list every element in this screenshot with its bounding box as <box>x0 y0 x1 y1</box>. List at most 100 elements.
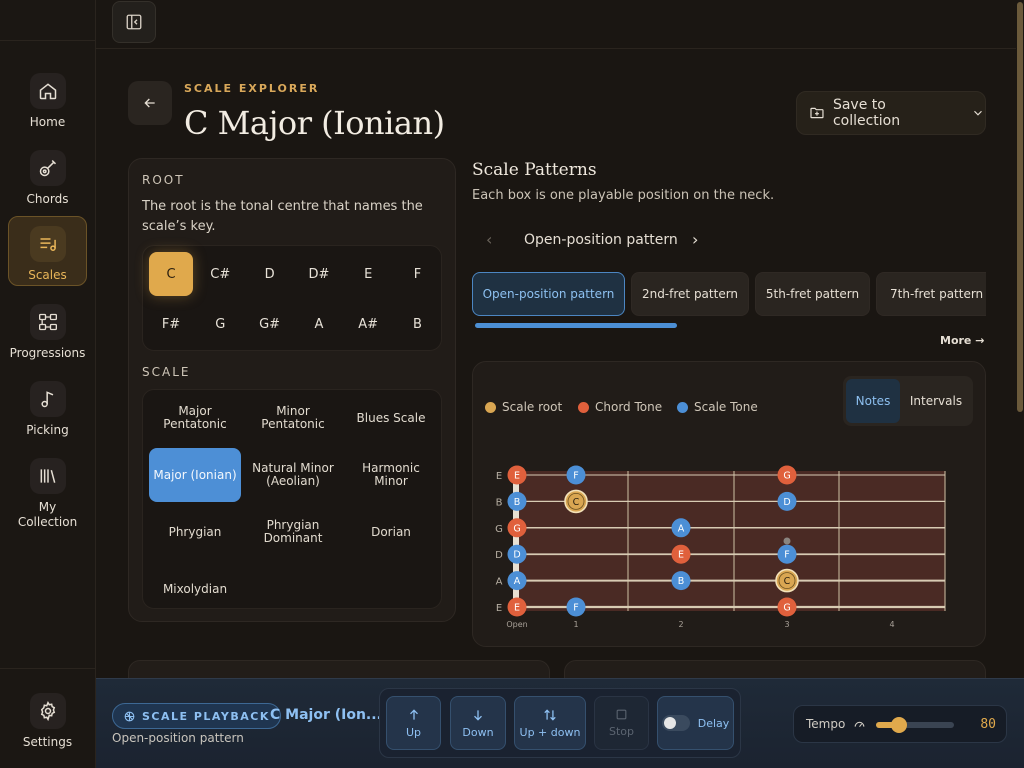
sidebar-item-chords[interactable]: Chords <box>8 141 87 211</box>
scale-option-blues-scale[interactable]: Blues Scale <box>345 391 437 445</box>
sidebar-item-home[interactable]: Home <box>8 64 87 134</box>
page-scrollbar[interactable] <box>1016 0 1024 768</box>
string-name-label: G <box>495 524 503 535</box>
scale-option-dorian[interactable]: Dorian <box>345 505 437 559</box>
root-key-b[interactable]: B <box>396 302 440 346</box>
scale-option-major-pentatonic[interactable]: Major Pentatonic <box>149 391 241 445</box>
guitar-icon <box>29 150 66 186</box>
toggle-switch[interactable] <box>661 715 690 731</box>
playback-controls: Up Down Up + down Stop Delay <box>379 688 741 758</box>
root-key-d[interactable]: D <box>248 252 292 296</box>
root-key-a-sharp[interactable]: A# <box>346 302 390 346</box>
scale-option-phrygian[interactable]: Phrygian <box>149 505 241 559</box>
tab-7th-fret[interactable]: 7th-fret pattern <box>876 272 986 316</box>
fretboard-panel: Scale root Chord Tone Scale Tone Notes I… <box>472 361 986 647</box>
scale-option-mixolydian[interactable]: Mixolydian <box>149 562 241 616</box>
note-label: B <box>514 497 521 508</box>
sidebar-item-settings[interactable]: Settings <box>8 684 87 754</box>
back-button[interactable] <box>128 81 172 125</box>
play-up-down-button[interactable]: Up + down <box>514 696 586 750</box>
note-label: D <box>783 497 790 508</box>
root-key-f[interactable]: F <box>396 252 440 296</box>
tab-open-position[interactable]: Open-position pattern <box>472 272 625 316</box>
scale-option-natural-minor-aeolian[interactable]: Natural Minor (Aeolian) <box>247 448 339 502</box>
sidebar-item-scales[interactable]: Scales <box>8 216 87 286</box>
sidebar-item-progressions[interactable]: Progressions <box>8 295 87 365</box>
scale-option-harmonic-minor[interactable]: Harmonic Minor <box>345 448 437 502</box>
note-label: C <box>784 576 791 587</box>
scale-list-icon <box>29 226 66 262</box>
fret-number-label: 2 <box>678 620 683 629</box>
patterns-title: Scale Patterns <box>472 160 597 180</box>
tempo-slider[interactable] <box>876 717 954 733</box>
button-label: Down <box>462 725 494 739</box>
sidebar-toggle-icon <box>126 14 142 30</box>
arrow-left-icon <box>144 98 155 108</box>
badge-label: SCALE PLAYBACK <box>142 709 270 723</box>
button-label: Up <box>405 725 422 739</box>
sidebar-item-label: Chords <box>26 192 69 206</box>
root-key-e[interactable]: E <box>346 252 390 296</box>
fret-number-label: Open <box>506 620 527 629</box>
playback-subtitle: Open-position pattern <box>112 731 244 745</box>
tab-2nd-fret[interactable]: 2nd-fret pattern <box>631 272 749 316</box>
gauge-icon <box>854 721 865 727</box>
collapse-sidebar-button[interactable] <box>112 1 156 43</box>
delay-toggle[interactable]: Delay <box>657 696 734 750</box>
stop-icon <box>616 709 627 720</box>
pattern-tabs-scroll-indicator <box>475 323 677 328</box>
sidebar-item-picking[interactable]: Picking <box>8 372 87 442</box>
note-label: F <box>573 603 578 614</box>
play-down-button[interactable]: Down <box>450 696 506 750</box>
chevron-left-icon[interactable]: ‹ <box>486 230 492 249</box>
note-label: A <box>678 523 685 534</box>
header-divider <box>96 48 1016 49</box>
scale-option-minor-pentatonic[interactable]: Minor Pentatonic <box>247 391 339 445</box>
sidebar-item-my-collection[interactable]: My Collection <box>8 449 87 531</box>
arrow-up-icon <box>409 708 418 720</box>
root-key-c-sharp[interactable]: C# <box>198 252 242 296</box>
note-label: B <box>678 576 685 587</box>
chevron-right-icon[interactable]: › <box>692 230 698 249</box>
note-label: A <box>514 576 521 587</box>
root-key-a[interactable]: A <box>297 302 341 346</box>
root-key-c[interactable]: C <box>149 252 193 296</box>
scrollbar-thumb[interactable] <box>1017 2 1023 412</box>
root-key-f-sharp[interactable]: F# <box>149 302 193 346</box>
root-scale-panel: ROOT The root is the tonal centre that n… <box>128 158 456 622</box>
chevron-down-icon <box>974 110 982 116</box>
root-label: ROOT <box>142 173 185 187</box>
root-description: The root is the tonal centre that names … <box>142 199 423 234</box>
patterns-description: Each box is one playable position on the… <box>472 188 775 203</box>
save-to-collection-button[interactable]: Save to collection <box>796 91 986 135</box>
sidebar-item-label: Scales <box>28 268 67 282</box>
stop-button[interactable]: Stop <box>594 696 649 750</box>
tab-5th-fret[interactable]: 5th-fret pattern <box>755 272 870 316</box>
tempo-slider-handle[interactable] <box>891 717 908 733</box>
string-name-label: E <box>496 471 502 482</box>
music-note-icon <box>29 381 66 417</box>
note-label: E <box>514 471 520 482</box>
fretboard-diagram: E B G D A E Open 1 2 3 4 E F G B C D G A D E F A B C E F G <box>495 465 946 629</box>
more-patterns-link[interactable]: More → <box>940 334 984 347</box>
arrow-down-icon <box>474 709 482 721</box>
lower-card-right <box>564 660 986 680</box>
scale-type-grid: Major Pentatonic Minor Pentatonic Blues Sc… <box>142 389 442 609</box>
scale-option-major-ionian[interactable]: Major (Ionian) <box>149 448 241 502</box>
scale-option-phrygian-dominant[interactable]: Phrygian Dominant <box>247 505 339 559</box>
note-label: D <box>513 550 520 561</box>
save-label: Save to collection <box>832 97 901 129</box>
root-key-grid: C C# D D# E F F# G G# A A# B <box>142 245 442 351</box>
note-label: G <box>783 471 790 482</box>
play-up-button[interactable]: Up <box>386 696 441 750</box>
delay-label: Delay <box>697 716 730 730</box>
sidebar-item-label: Home <box>29 115 66 129</box>
root-key-g-sharp[interactable]: G# <box>248 302 292 346</box>
root-key-g[interactable]: G <box>198 302 242 346</box>
note-label: C <box>573 497 580 508</box>
library-icon <box>29 458 66 494</box>
sidebar-top-divider <box>0 40 95 41</box>
root-key-d-sharp[interactable]: D# <box>297 252 341 296</box>
page-eyebrow: SCALE EXPLORER <box>184 82 320 95</box>
sidebar-item-label: My Collection <box>17 500 78 529</box>
